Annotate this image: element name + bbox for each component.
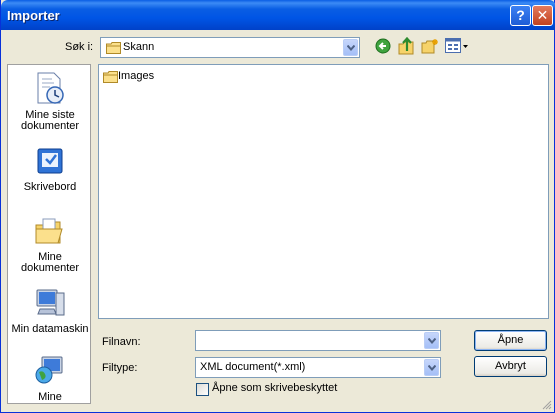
new-folder-icon[interactable] (421, 38, 439, 54)
recent-documents-icon (37, 72, 64, 104)
list-item[interactable]: Images (103, 70, 154, 86)
look-in-label: Søk i: (65, 41, 94, 53)
filetype-value: XML document(*.xml) (200, 361, 306, 373)
places-item-desktop[interactable]: Skrivebord (8, 145, 92, 193)
folder-icon (103, 71, 118, 83)
filename-label: Filnavn: (102, 336, 141, 348)
open-button[interactable]: Åpne (474, 330, 547, 351)
my-documents-icon (35, 218, 63, 244)
chevron-down-icon (347, 45, 355, 51)
list-item-label: Images (118, 70, 155, 82)
up-one-level-icon[interactable] (398, 37, 415, 55)
places-label-my-documents: Mine dokumenter (20, 251, 80, 274)
readonly-label: Åpne som skrivebeskyttet (212, 382, 338, 394)
chevron-down-icon (428, 365, 436, 371)
places-label-recent-documents: Mine siste dokumenter (20, 109, 80, 132)
places-bar: Mine siste dokumenter Skrivebord Mine do… (7, 64, 91, 404)
window-title: Importer (7, 8, 60, 23)
look-in-dropdown[interactable]: Skann (100, 37, 360, 58)
look-in-value: Skann (123, 41, 155, 53)
filetype-dropdown-arrow[interactable] (424, 359, 439, 376)
help-button[interactable]: ? (510, 5, 531, 26)
places-item-recent-documents[interactable]: Mine siste dokumenter (8, 71, 92, 132)
places-label-network: Mine (38, 391, 62, 403)
folder-icon (106, 42, 121, 54)
close-button[interactable]: ✕ (532, 5, 553, 26)
back-icon[interactable] (375, 38, 391, 54)
import-dialog: Importer ? ✕ Søk i: Skann Mine siste dok… (0, 0, 555, 413)
places-item-my-documents[interactable]: Mine dokumenter (8, 215, 92, 274)
file-list[interactable]: Images (98, 64, 549, 319)
cancel-button[interactable]: Avbryt (474, 356, 547, 377)
chevron-down-icon (428, 338, 436, 344)
my-computer-icon (36, 289, 65, 316)
readonly-checkbox[interactable] (196, 383, 209, 396)
desktop-icon (37, 148, 63, 174)
look-in-dropdown-arrow[interactable] (343, 39, 358, 56)
title-bar[interactable]: Importer ? ✕ (1, 0, 555, 30)
places-item-network[interactable]: Mine (8, 355, 92, 403)
places-label-my-computer: Min datamaskin (11, 323, 89, 335)
places-item-my-computer[interactable]: Min datamaskin (8, 287, 92, 335)
resize-grip-icon[interactable] (540, 398, 552, 410)
network-places-icon (35, 356, 63, 384)
view-menu-icon[interactable] (445, 38, 469, 54)
filetype-select[interactable]: XML document(*.xml) (195, 357, 441, 378)
filename-dropdown-arrow[interactable] (424, 332, 439, 349)
filetype-label: Filtype: (102, 362, 138, 374)
filename-field[interactable] (195, 330, 441, 351)
places-label-desktop: Skrivebord (23, 181, 77, 193)
